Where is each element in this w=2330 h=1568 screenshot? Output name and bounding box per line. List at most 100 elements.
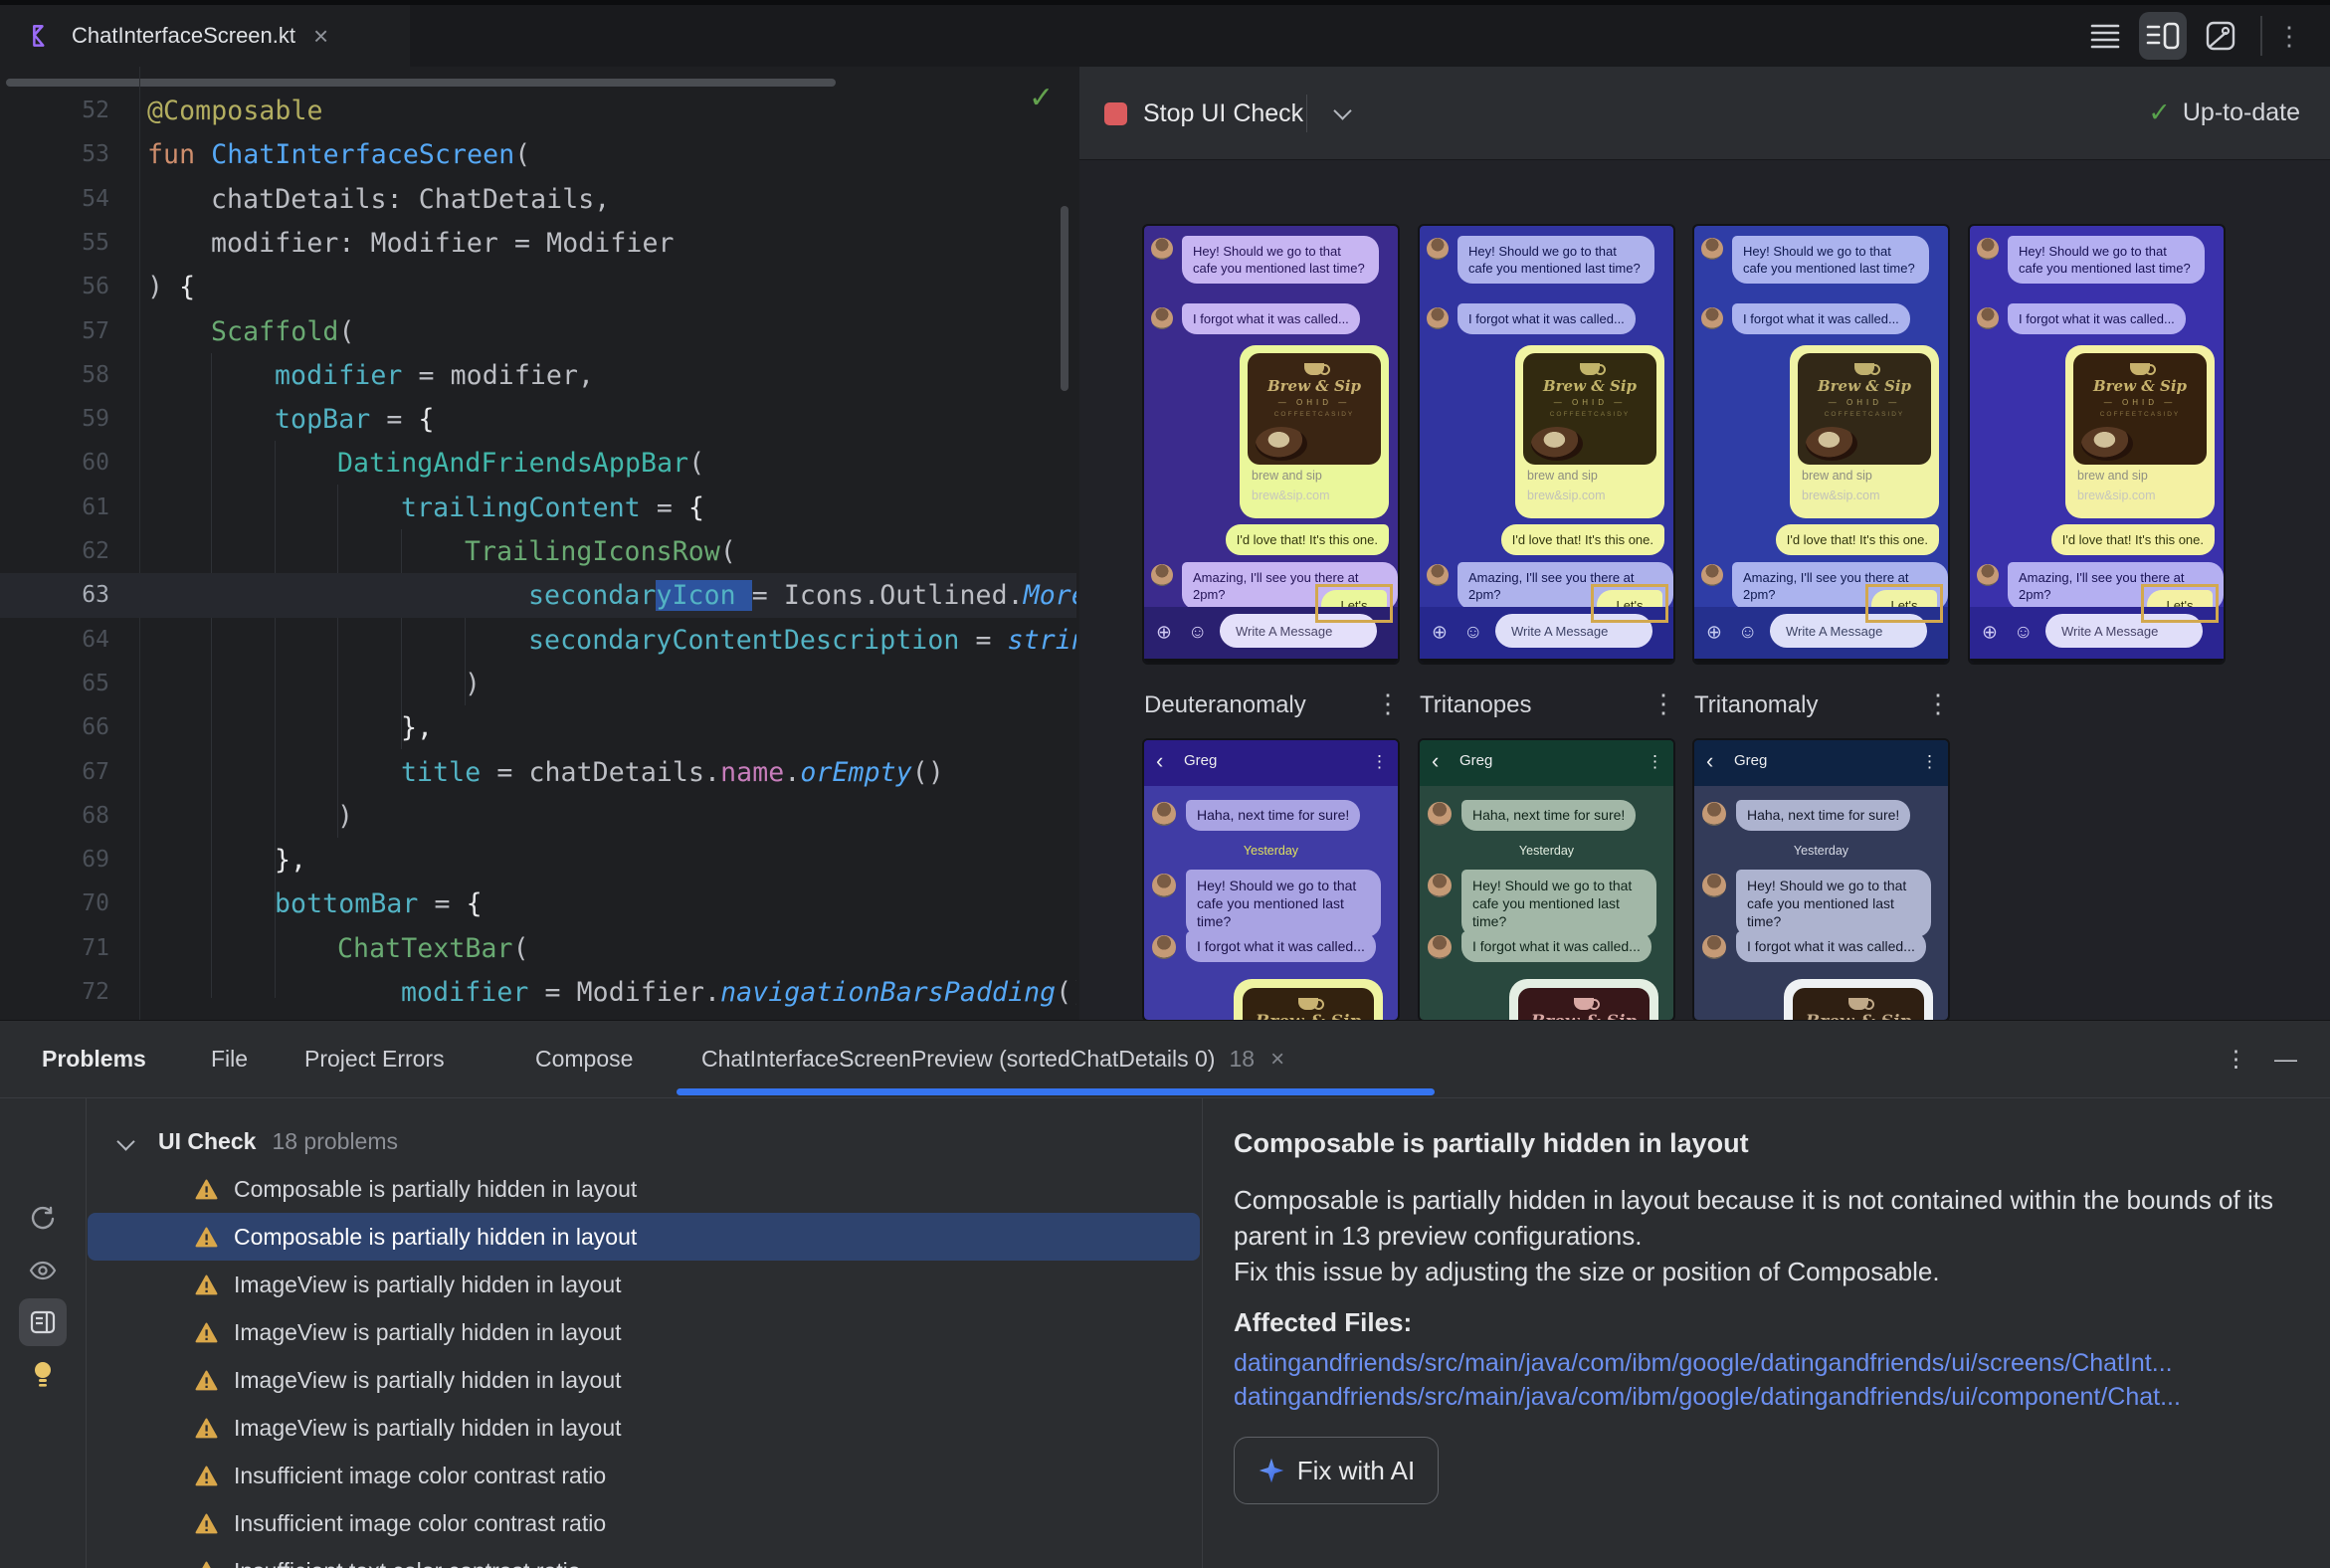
contact-name: Greg: [1459, 752, 1493, 769]
brew-sip-artwork: Brew & Sip— OHID —COFFEETCASIDY: [1248, 353, 1381, 465]
back-icon[interactable]: ‹: [1432, 748, 1439, 774]
chat-menu-kebab-icon[interactable]: ⋮: [1371, 752, 1388, 772]
preview-toolbar: Stop UI Check ✓ Up-to-date: [1079, 67, 2330, 160]
problem-item[interactable]: Insufficient image color contrast ratio: [88, 1499, 1200, 1547]
chat-menu-kebab-icon[interactable]: ⋮: [1921, 752, 1938, 772]
coffee-photo: [2081, 427, 2133, 461]
preview-config-kebab-icon[interactable]: ⋮: [1925, 688, 1951, 719]
add-attachment-icon[interactable]: ⊕: [1706, 622, 1722, 645]
gutter-divider: [139, 67, 140, 1020]
back-icon[interactable]: ‹: [1156, 748, 1163, 774]
code-line: @Composable: [147, 89, 323, 133]
chat-menu-kebab-icon[interactable]: ⋮: [1647, 752, 1663, 772]
quickfix-bulb-icon[interactable]: [19, 1350, 67, 1398]
add-attachment-icon[interactable]: ⊕: [1156, 622, 1172, 645]
code-token: = chatDetails.: [481, 756, 721, 788]
list-view-icon[interactable]: [2081, 12, 2129, 60]
preview-phone-deuteranomaly[interactable]: ‹ Greg ⋮ Haha, next time for sure! Yesterday…: [1142, 738, 1400, 1022]
affected-file-link[interactable]: datingandfriends/src/main/java/com/ibm/g…: [1234, 1383, 2320, 1412]
line-number: 63: [82, 582, 109, 609]
ai-sparkle-icon: [1259, 1458, 1283, 1483]
ui-check-group-header[interactable]: UI Check 18 problems: [88, 1117, 1200, 1165]
fix-with-ai-button[interactable]: Fix with AI: [1234, 1437, 1439, 1504]
preview-phone-row1-1[interactable]: Hey! Should we go to that cafe you menti…: [1142, 224, 1400, 665]
chat-bubble-received: I forgot what it was called...: [1461, 931, 1651, 962]
layout-issue-highlight-box: [1591, 584, 1668, 623]
problem-text: ImageView is partially hidden in layout: [234, 1414, 622, 1441]
chat-bubble-received: I forgot what it was called...: [1457, 303, 1636, 334]
coffee-photo: [1256, 427, 1307, 461]
design-preview-icon[interactable]: [2197, 12, 2244, 60]
problem-item[interactable]: Composable is partially hidden in layout: [88, 1165, 1200, 1213]
emoji-icon[interactable]: ☺: [1738, 622, 1757, 644]
add-attachment-icon[interactable]: ⊕: [1432, 622, 1448, 645]
split-editor-preview-icon[interactable]: [2139, 12, 2187, 60]
code-editor[interactable]: 52 @Composable 53 fun ChatInterfaceScreen(5…: [0, 67, 1076, 1020]
emoji-icon[interactable]: ☺: [1463, 622, 1482, 644]
code-token: },: [401, 712, 434, 744]
problem-item[interactable]: ImageView is partially hidden in layout: [88, 1356, 1200, 1404]
code-token: {: [418, 404, 435, 436]
problem-item[interactable]: ImageView is partially hidden in layout: [88, 1261, 1200, 1308]
preview-phone-tritanomaly[interactable]: ‹ Greg ⋮ Haha, next time for sure! Yesterday…: [1692, 738, 1950, 1022]
line-number: 72: [82, 979, 109, 1005]
coffee-cup-icon: [1854, 363, 1880, 375]
tab-file[interactable]: File: [211, 1021, 248, 1097]
tab-preview-report[interactable]: ChatInterfaceScreenPreview (sortedChatDe…: [701, 1021, 1284, 1097]
editor-tab-active[interactable]: ChatInterfaceScreen.kt ×: [0, 5, 410, 67]
divider: [1202, 1098, 1203, 1568]
preview-config-kebab-icon[interactable]: ⋮: [1375, 688, 1401, 719]
link-preview-image: Brew & Sip— OHID —COFFEETCASIDY: [1523, 353, 1656, 465]
brew-sip-title: Brew & Sip: [2092, 377, 2188, 395]
chat-bubble-received: Haha, next time for sure!: [1186, 800, 1361, 831]
tab-project-errors[interactable]: Project Errors: [304, 1021, 445, 1097]
code-token: More: [1023, 580, 1076, 612]
problem-item[interactable]: ImageView is partially hidden in layout: [88, 1308, 1200, 1356]
back-icon[interactable]: ‹: [1706, 748, 1713, 774]
preview-phone-tritanopes[interactable]: ‹ Greg ⋮ Haha, next time for sure! Yesterday…: [1418, 738, 1675, 1022]
group-label: UI Check: [158, 1127, 257, 1154]
tool-window-title[interactable]: Problems: [42, 1021, 146, 1097]
minimize-icon[interactable]: —: [2274, 1021, 2297, 1097]
avatar: [1428, 802, 1452, 826]
details-view-icon[interactable]: [19, 1298, 67, 1346]
preview-phone-row1-4[interactable]: Hey! Should we go to that cafe you menti…: [1968, 224, 2226, 665]
line-number: 59: [82, 406, 109, 433]
preview-config-kebab-icon[interactable]: ⋮: [1650, 688, 1676, 719]
tab-close-icon[interactable]: ×: [1270, 1046, 1284, 1074]
link-preview-image: Brew & Sip— OHID —COFFEETCASIDY: [1793, 988, 1924, 1020]
problem-item-selected[interactable]: Composable is partially hidden in layout: [88, 1213, 1200, 1261]
stop-ui-check-button[interactable]: Stop UI Check: [1104, 89, 1303, 138]
editor-vertical-scrollbar[interactable]: [1061, 206, 1068, 391]
tab-compose[interactable]: Compose: [535, 1021, 633, 1097]
problems-options-kebab-icon[interactable]: ⋮: [2225, 1021, 2247, 1097]
code-token: {: [179, 272, 196, 303]
stop-ui-check-label: Stop UI Check: [1143, 98, 1304, 127]
chat-bubble-received: Haha, next time for sure!: [1461, 800, 1637, 831]
layout-issue-highlight-box: [1865, 584, 1943, 623]
brew-sip-title: Brew & Sip: [1793, 1012, 1924, 1020]
brew-sip-artwork: Brew & Sip— OHID —COFFEETCASIDY: [1243, 988, 1374, 1020]
line-number: 56: [82, 274, 109, 300]
line-number: 61: [82, 493, 109, 520]
problem-item[interactable]: Insufficient text color contrast ratio: [88, 1547, 1200, 1568]
chevron-down-icon[interactable]: [1333, 101, 1352, 120]
editor-options-kebab-icon[interactable]: ⋮: [2276, 21, 2302, 52]
refresh-icon[interactable]: [19, 1195, 67, 1243]
add-attachment-icon[interactable]: ⊕: [1982, 622, 1998, 645]
link-preview-card: Brew & Sip — OHID — COFFEETCASIDY brew and …: [2065, 345, 2215, 518]
tab-close-icon[interactable]: ×: [313, 23, 328, 49]
avatar: [1151, 564, 1173, 586]
preview-phone-row1-2[interactable]: Hey! Should we go to that cafe you menti…: [1418, 224, 1675, 665]
emoji-icon[interactable]: ☺: [1188, 622, 1207, 644]
problem-item[interactable]: Insufficient image color contrast ratio: [88, 1452, 1200, 1499]
preview-phone-row1-3[interactable]: Hey! Should we go to that cafe you menti…: [1692, 224, 1950, 665]
preview-eye-icon[interactable]: [19, 1247, 67, 1294]
problem-item[interactable]: ImageView is partially hidden in layout: [88, 1404, 1200, 1452]
warning-icon: [195, 1274, 218, 1295]
chat-bubble-received: Hey! Should we go to that cafe you menti…: [1457, 236, 1654, 284]
affected-file-link[interactable]: datingandfriends/src/main/java/com/ibm/g…: [1234, 1349, 2320, 1378]
inspections-ok-check-icon[interactable]: ✓: [1029, 81, 1054, 115]
emoji-icon[interactable]: ☺: [2014, 622, 2033, 644]
editor-horizontal-scrollbar[interactable]: [6, 79, 836, 87]
